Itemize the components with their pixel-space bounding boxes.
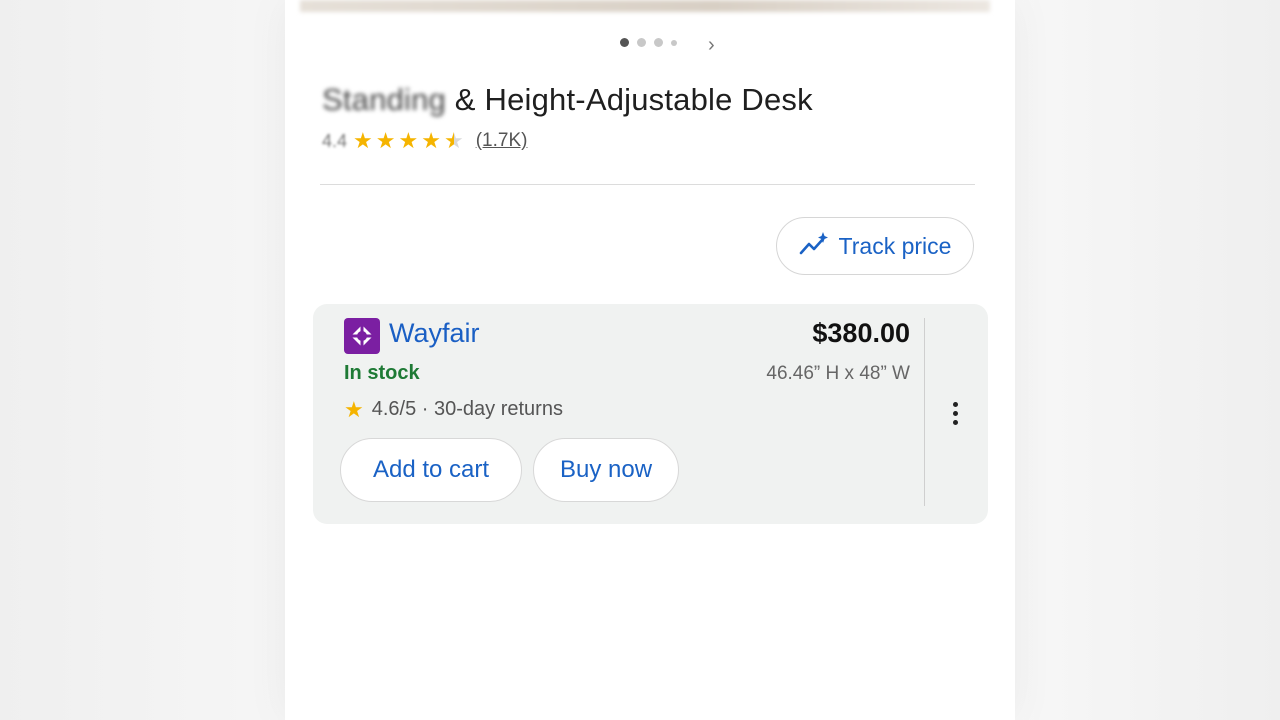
- carousel-dot[interactable]: [620, 38, 629, 47]
- half-star-icon: ★: [443, 128, 464, 153]
- track-price-label: Track price: [838, 232, 952, 259]
- seller-rating-text: 4.6/5 · 30-day returns: [371, 398, 563, 420]
- background-right: [1010, 0, 1280, 720]
- seller-rating: ★ 4.6/5 · 30-day returns: [344, 398, 563, 421]
- menu-dot: [952, 410, 958, 416]
- star-icon: ★: [398, 128, 419, 153]
- product-title-rest: & Height-Adjustable Desk: [445, 82, 813, 117]
- menu-dot: [952, 401, 958, 407]
- carousel-dot[interactable]: [654, 38, 663, 47]
- product-rating: 4.4 ★ ★ ★ ★ ★ (1.7K): [322, 130, 527, 152]
- card-separator: [924, 318, 925, 506]
- trend-sparkle-icon: [799, 231, 829, 262]
- stock-status: In stock: [344, 362, 420, 384]
- star-icon: ★: [421, 128, 441, 153]
- carousel-dot[interactable]: [637, 38, 646, 47]
- offer-price: $380.00: [812, 318, 910, 348]
- carousel-dot[interactable]: [671, 39, 677, 46]
- buy-now-button[interactable]: Buy now: [533, 438, 679, 502]
- menu-dot: [952, 419, 958, 425]
- track-price-button[interactable]: Track price: [776, 217, 974, 275]
- more-options-icon[interactable]: [940, 395, 970, 431]
- add-to-cart-button[interactable]: Add to cart: [340, 438, 522, 502]
- review-count-link[interactable]: (1.7K): [476, 130, 528, 152]
- rating-value: 4.4: [322, 130, 348, 151]
- divider: [320, 184, 975, 185]
- product-image-edge: [300, 0, 990, 12]
- star-icon: ★: [375, 128, 396, 153]
- star-icon: ★: [344, 396, 364, 422]
- product-title-prefix: Standing: [322, 82, 446, 117]
- carousel-indicator[interactable]: [620, 38, 677, 47]
- chevron-right-icon[interactable]: ›: [708, 34, 715, 57]
- star-icon: ★: [353, 128, 373, 153]
- merchant-name-link[interactable]: Wayfair: [389, 318, 480, 349]
- product-title: Standing & Height-Adjustable Desk: [322, 82, 813, 118]
- star-rating: ★ ★ ★ ★ ★: [353, 130, 464, 152]
- product-dimensions: 46.46” H x 48” W: [766, 363, 910, 384]
- background-left: [0, 0, 290, 720]
- wayfair-logo-icon: [344, 318, 380, 354]
